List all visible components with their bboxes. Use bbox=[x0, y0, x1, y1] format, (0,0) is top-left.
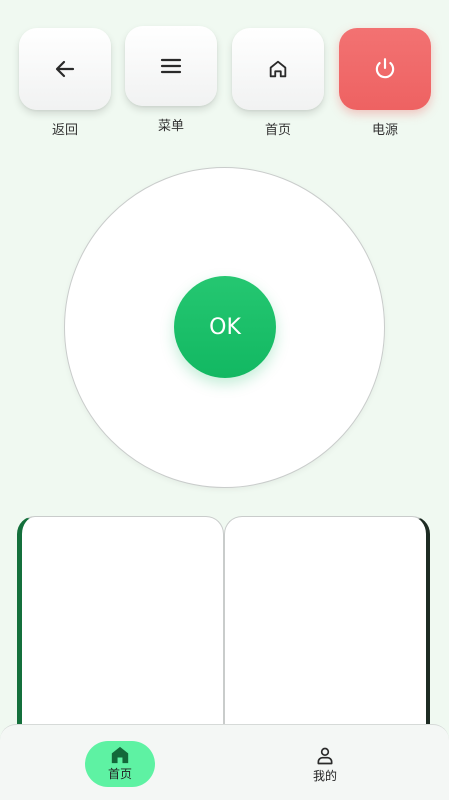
nav-mine-label: 我的 bbox=[312, 769, 337, 783]
menu-control: 菜单 bbox=[125, 26, 217, 134]
power-icon bbox=[375, 58, 395, 79]
nav-home-label: 首页 bbox=[107, 767, 132, 781]
back-label: 返回 bbox=[51, 123, 78, 138]
power-control: 电源 bbox=[339, 28, 431, 138]
nav-home-tab[interactable]: 首页 bbox=[85, 741, 155, 787]
arrow-left-icon bbox=[55, 60, 75, 78]
home-button[interactable] bbox=[232, 28, 324, 110]
menu-button[interactable] bbox=[125, 26, 217, 106]
bottom-nav: 首页 我的 bbox=[0, 724, 449, 800]
left-panel bbox=[17, 516, 224, 746]
menu-label: 菜单 bbox=[157, 119, 184, 134]
menu-icon bbox=[160, 58, 182, 74]
power-label: 电源 bbox=[371, 123, 398, 138]
home-filled-icon bbox=[111, 746, 129, 764]
home-label: 首页 bbox=[264, 123, 291, 138]
user-icon bbox=[317, 747, 333, 765]
home-control: 首页 bbox=[232, 28, 324, 138]
remote-control-screen: 返回 菜单 首页 电源 OK 首页 我的 bbox=[0, 0, 449, 800]
back-control: 返回 bbox=[19, 28, 111, 138]
power-button[interactable] bbox=[339, 28, 431, 110]
nav-mine-tab[interactable]: 我的 bbox=[304, 743, 346, 787]
back-button[interactable] bbox=[19, 28, 111, 110]
right-panel bbox=[224, 516, 430, 746]
home-icon bbox=[269, 60, 287, 78]
ok-button[interactable]: OK bbox=[174, 276, 276, 378]
